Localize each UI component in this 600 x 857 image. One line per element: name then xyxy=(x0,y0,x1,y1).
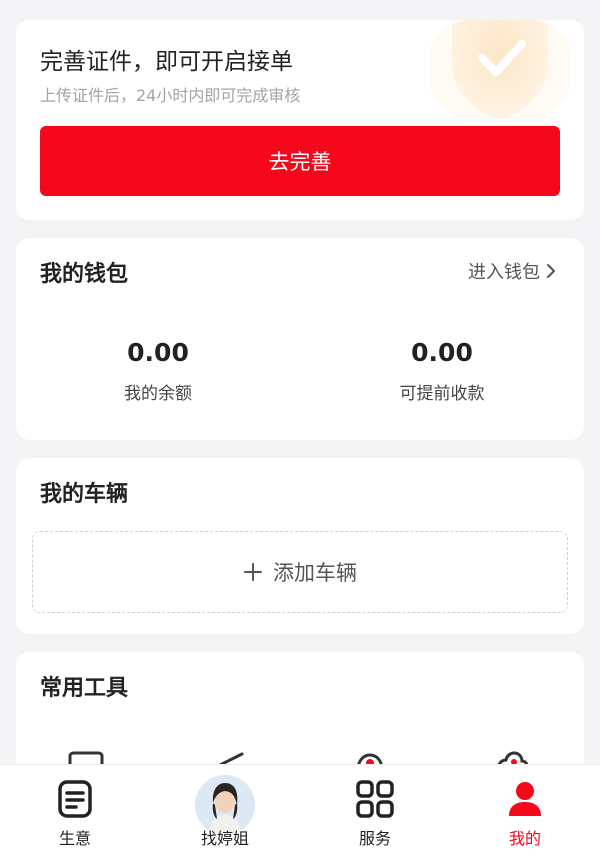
nav-item-profile[interactable]: 我的 xyxy=(450,765,600,857)
withdraw-stat[interactable]: 0.00 可提前收款 xyxy=(300,338,584,404)
enter-wallet-link[interactable]: 进入钱包 xyxy=(468,258,556,284)
balance-stat[interactable]: 0.00 我的余额 xyxy=(16,338,300,404)
grid-icon xyxy=(356,780,394,818)
complete-certificate-button[interactable]: 去完善 xyxy=(40,126,560,196)
certificate-title: 完善证件，即可开启接单 xyxy=(40,49,293,75)
user-icon xyxy=(509,782,541,816)
nav-item-services[interactable]: 服务 xyxy=(300,765,450,857)
add-vehicle-label: 添加车辆 xyxy=(273,561,357,585)
nav-item-assistant[interactable]: 找婷姐 xyxy=(150,765,300,857)
wallet-card: 我的钱包 进入钱包 0.00 我的余额 0.00 可提前收款 xyxy=(16,238,584,440)
balance-label: 我的余额 xyxy=(124,384,192,404)
vehicle-card: 我的车辆 添加车辆 xyxy=(16,458,584,634)
certificate-subtitle: 上传证件后，24小时内即可完成审核 xyxy=(40,86,301,105)
document-icon xyxy=(58,780,92,818)
plus-icon xyxy=(244,563,262,581)
nav-label-profile: 我的 xyxy=(508,829,541,848)
enter-wallet-label: 进入钱包 xyxy=(468,262,540,283)
withdraw-label: 可提前收款 xyxy=(399,384,485,404)
wallet-title: 我的钱包 xyxy=(40,262,129,287)
withdraw-amount: 0.00 xyxy=(411,338,473,367)
chevron-right-icon xyxy=(547,264,555,278)
nav-label-services: 服务 xyxy=(358,829,391,848)
tools-title: 常用工具 xyxy=(40,676,129,701)
vehicle-title: 我的车辆 xyxy=(40,482,129,507)
nav-item-business[interactable]: 生意 xyxy=(0,765,150,857)
balance-amount: 0.00 xyxy=(127,338,189,367)
certificate-card: 完善证件，即可开启接单 上传证件后，24小时内即可完成审核 去完善 xyxy=(16,20,584,220)
bottom-nav: 生意 找婷姐 服务 我的 xyxy=(0,764,600,857)
nav-label-business: 生意 xyxy=(58,829,91,848)
shield-check-icon xyxy=(430,20,570,118)
add-vehicle-button[interactable]: 添加车辆 xyxy=(32,531,568,613)
nav-label-assistant: 找婷姐 xyxy=(200,829,249,848)
